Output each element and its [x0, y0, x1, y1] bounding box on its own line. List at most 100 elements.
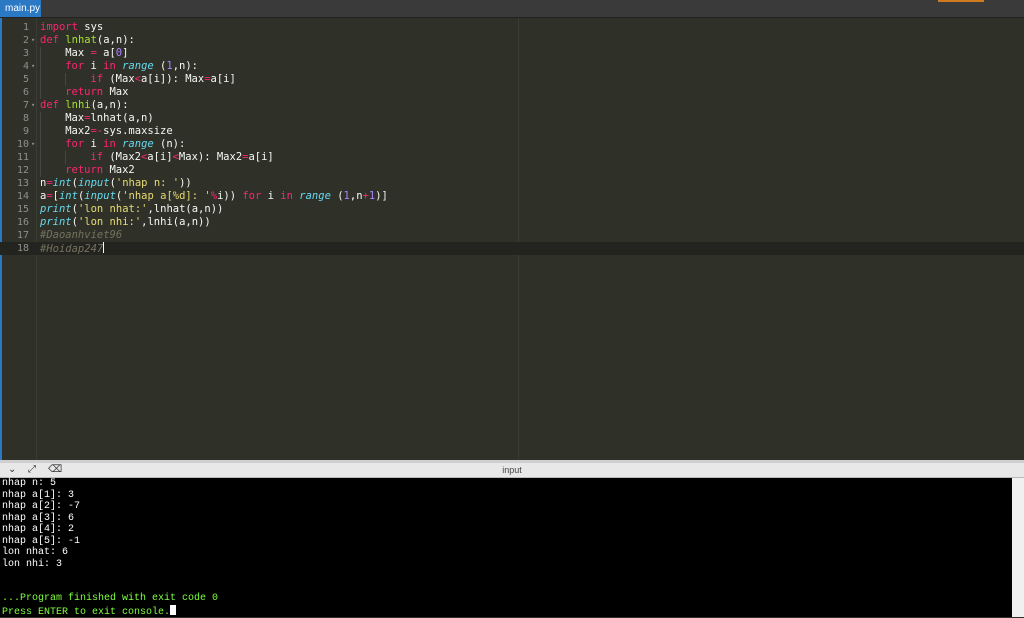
console-line: nhap a[1]: 3: [2, 489, 75, 501]
code-token: range: [122, 60, 154, 72]
code-token: i: [84, 60, 104, 72]
indent-guide: [40, 60, 65, 73]
code-line[interactable]: 17 #Daoanhviet96: [0, 229, 1024, 242]
code-token: in: [280, 190, 293, 202]
code-token: Max: [65, 47, 91, 59]
code-token: ]: [122, 47, 129, 59]
console-scrollbar[interactable]: [1012, 478, 1024, 617]
code-token: ,n):: [172, 60, 198, 72]
code-token: #Hoidap247: [40, 243, 104, 255]
code-token: a[i]: [147, 151, 173, 163]
console-line: nhap n: 5: [2, 478, 57, 489]
line-number: 16: [16, 217, 29, 228]
code-line[interactable]: 18 #Hoidap247: [0, 242, 1024, 255]
console-cursor: [170, 604, 177, 615]
code-editor[interactable]: 1 import sys 2 ▾ def lnhat(a,n): 3 Max = a[0] 4…: [0, 18, 1024, 460]
code-line[interactable]: 1 import sys: [0, 21, 1024, 34]
code-line[interactable]: 16 print('lon nhi:',lnhi(a,n)): [0, 216, 1024, 229]
console-line: ...Program finished with exit code 0: [2, 593, 219, 604]
console-line: nhap a[3]: 6: [2, 512, 75, 524]
code-text: if (Max<a[i]): Max=a[i]: [40, 73, 236, 86]
code-token: i: [84, 138, 104, 150]
indent-guide: [40, 86, 65, 99]
code-token: def: [40, 99, 59, 111]
line-number: 18: [16, 243, 29, 254]
code-line[interactable]: 6 return Max: [0, 86, 1024, 99]
console-line: lon nhat: 6: [2, 547, 69, 558]
code-token: 'nhap n: ': [115, 177, 180, 189]
code-line[interactable]: 11 if (Max2<a[i]<Max): Max2=a[i]: [0, 151, 1024, 164]
tab-main-py[interactable]: main.py: [0, 0, 41, 17]
code-token: for: [65, 138, 85, 150]
code-line[interactable]: 3 Max = a[0]: [0, 47, 1024, 60]
code-line[interactable]: 8 Max=lnhat(a,n): [0, 112, 1024, 125]
code-token: (n):: [153, 138, 186, 150]
code-line[interactable]: 2 ▾ def lnhat(a,n):: [0, 34, 1024, 47]
line-number: 6: [22, 87, 29, 98]
line-number: 4: [22, 61, 29, 72]
code-line[interactable]: 15 print('lon nhat:',lnhat(a,n)): [0, 203, 1024, 216]
fold-arrow-icon[interactable]: ▾: [31, 60, 35, 73]
code-line[interactable]: 5 if (Max<a[i]): Max=a[i]: [0, 73, 1024, 86]
code-token: lnhat(a,n): [90, 112, 154, 124]
fold-arrow-icon[interactable]: ▾: [31, 99, 35, 112]
indent-guide: [40, 164, 65, 177]
code-token: for: [242, 190, 262, 202]
code-text: def lnhat(a,n):: [40, 34, 135, 47]
line-number: 5: [22, 74, 29, 85]
console-output[interactable]: nhap n: 5 nhap a[1]: 3 nhap a[2]: -7 nhap a…: [0, 478, 1012, 618]
code-token: print: [40, 203, 72, 215]
code-token: in: [103, 60, 116, 72]
fold-arrow-icon[interactable]: ▾: [31, 138, 35, 151]
code-token: Max: [65, 112, 85, 124]
line-number: 17: [16, 230, 29, 241]
line-number: 7: [22, 100, 29, 111]
tab-bar: main.py: [0, 0, 1024, 18]
code-token: i)): [217, 190, 243, 202]
code-token: return: [65, 86, 104, 98]
console-line: nhap a[5]: -1: [2, 535, 81, 547]
code-line[interactable]: 4 ▾ for i in range (1,n):: [0, 60, 1024, 73]
code-token: Max: [103, 86, 129, 98]
code-token: range: [299, 190, 331, 202]
code-line[interactable]: 9 Max2=-sys.maxsize: [0, 125, 1024, 138]
text-cursor: [103, 242, 105, 253]
code-token: input: [77, 177, 110, 189]
console-line: nhap a[4]: 2: [2, 524, 75, 535]
code-text: a=[int(input('nhap a[%d]: '%i)) for i in…: [40, 190, 388, 203]
code-token: ,lnhat(a,n)): [147, 203, 224, 215]
code-text: n=int(input('nhap n: ')): [40, 177, 192, 190]
console-line: Press ENTER to exit console.: [2, 604, 218, 618]
console-line: lon nhi: 3: [2, 558, 63, 570]
indent-guide: [40, 125, 65, 138]
code-line[interactable]: 10 ▾ for i in range (n):: [0, 138, 1024, 151]
indent-guide: [65, 73, 90, 86]
code-token: Max2: [103, 164, 135, 176]
line-number: 9: [22, 126, 29, 137]
code-token: sys: [77, 21, 104, 33]
code-text: return Max: [40, 86, 128, 99]
code-token: a[i]): Max: [140, 73, 205, 85]
code-token: lnhat: [65, 34, 97, 46]
line-number: 2: [22, 35, 29, 46]
code-line[interactable]: 7 ▾ def lnhi(a,n):: [0, 99, 1024, 112]
code-token: if: [90, 73, 104, 85]
indent-guide: [40, 47, 65, 60]
code-token: sys.maxsize: [103, 125, 173, 137]
code-line[interactable]: 14 a=[int(input('nhap a[%d]: '%i)) for i …: [0, 190, 1024, 203]
line-number: 12: [16, 165, 29, 176]
indent-guide: [40, 151, 65, 164]
console-toolbar: ⌄ ⤢ ⌫ input: [0, 463, 1024, 478]
code-token: import: [40, 21, 78, 33]
fold-arrow-icon[interactable]: ▾: [31, 34, 35, 47]
indent-guide: [40, 138, 65, 151]
code-line[interactable]: 13 n=int(input('nhap n: ')): [0, 177, 1024, 190]
code-text: for i in range (1,n):: [40, 60, 198, 73]
code-token: (Max: [103, 73, 135, 85]
code-line[interactable]: 12 return Max2: [0, 164, 1024, 177]
code-token: =-: [90, 125, 104, 137]
code-token: (a,n):: [96, 34, 135, 46]
line-number: 14: [16, 191, 29, 202]
code-text: Max2=-sys.maxsize: [40, 125, 173, 138]
